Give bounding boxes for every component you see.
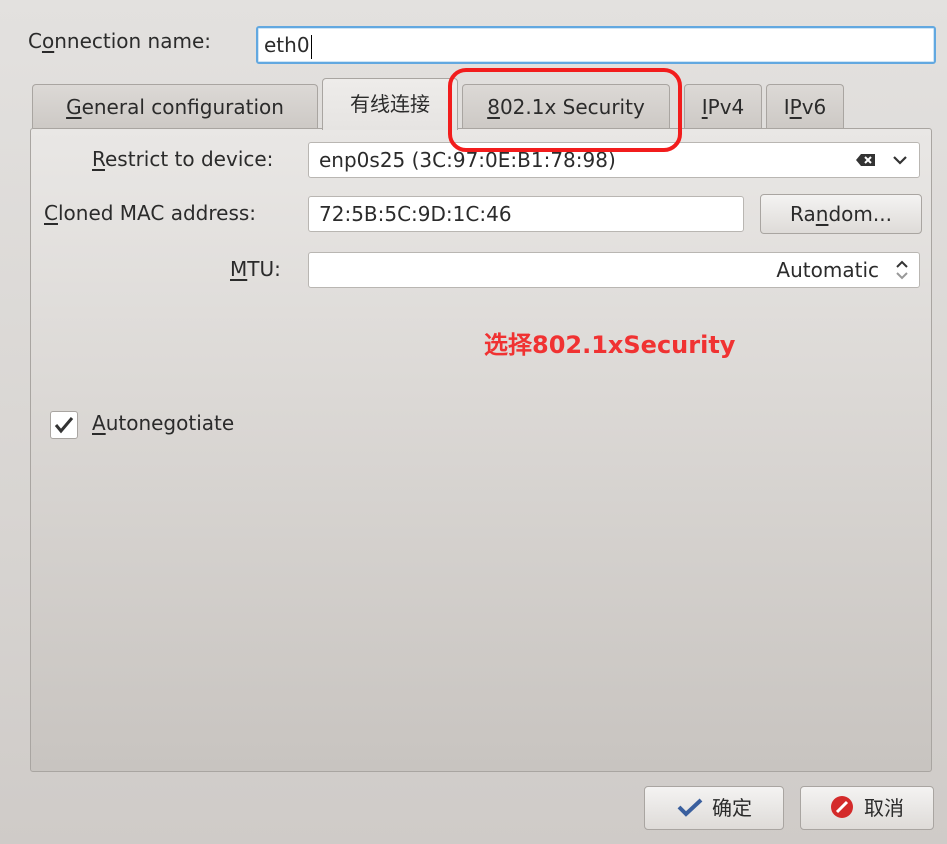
ok-button[interactable]: 确定 xyxy=(644,786,784,830)
spin-arrows-icon[interactable] xyxy=(893,255,911,287)
cloned-mac-label: Cloned MAC address: xyxy=(44,201,257,225)
clear-field-icon[interactable] xyxy=(855,143,877,187)
cancel-icon xyxy=(831,796,853,818)
connection-name-input[interactable]: eth0 xyxy=(256,26,936,64)
restrict-device-label: Restrict to device: xyxy=(92,147,274,171)
checkmark-icon xyxy=(677,798,703,817)
autonegotiate-checkbox[interactable] xyxy=(50,411,78,439)
highlight-annotation-circle xyxy=(448,68,682,152)
mtu-spinbox[interactable]: Automatic xyxy=(308,252,920,288)
annotation-text: 选择802.1xSecurity xyxy=(484,331,736,359)
mtu-label: MTU: xyxy=(230,257,281,281)
cloned-mac-input[interactable]: 72:5B:5C:9D:1C:46 xyxy=(308,196,744,232)
tab-ipv4[interactable]: IPv4 xyxy=(684,84,762,128)
tab-ipv6[interactable]: IPv6 xyxy=(766,84,844,128)
tab-wired-connection[interactable]: 有线连接 xyxy=(322,78,458,130)
chevron-down-icon[interactable] xyxy=(891,143,909,187)
tab-general-configuration[interactable]: General configuration xyxy=(32,84,318,128)
connection-name-label: Connection name: xyxy=(28,29,211,53)
autonegotiate-label[interactable]: Autonegotiate xyxy=(92,411,234,435)
checkmark-icon xyxy=(54,417,74,434)
connection-editor-window: Connection name: eth0 General configurat… xyxy=(0,0,947,844)
cancel-button[interactable]: 取消 xyxy=(800,786,934,830)
random-mac-button[interactable]: Random... xyxy=(760,194,922,234)
